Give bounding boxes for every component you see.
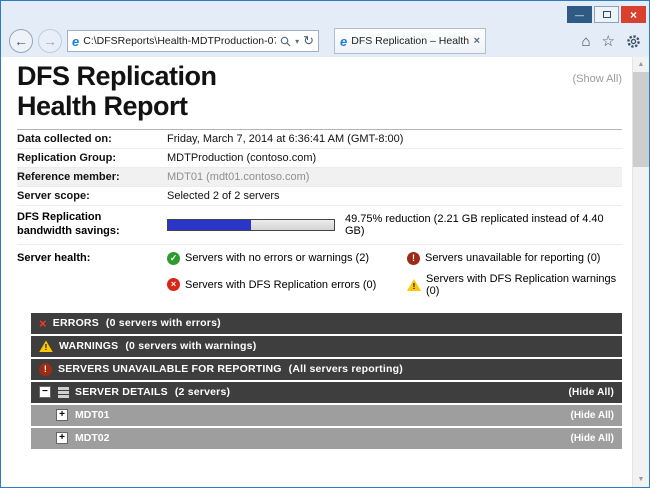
settings-gear-icon[interactable] bbox=[626, 34, 641, 49]
bandwidth-progress-bar bbox=[167, 219, 335, 231]
hide-all-link[interactable]: (Hide All) bbox=[570, 410, 614, 421]
red-error-icon: × bbox=[167, 278, 180, 291]
server-icon bbox=[58, 387, 69, 398]
section-detail: (0 servers with warnings) bbox=[125, 340, 256, 352]
maximize-icon bbox=[603, 11, 611, 18]
section-detail: (All servers reporting) bbox=[289, 363, 403, 375]
page-title: DFS Replication Health Report bbox=[17, 61, 217, 121]
health-item-errors: × Servers with DFS Replication errors (0… bbox=[167, 273, 407, 297]
vertical-scrollbar[interactable]: ▲ ▼ bbox=[632, 57, 649, 487]
page-title-line2: Health Report bbox=[17, 91, 217, 121]
tab-title: DFS Replication – Health Re... bbox=[351, 35, 469, 47]
section-errors[interactable]: × ERRORS (0 servers with errors) bbox=[31, 313, 622, 334]
server-name: MDT01 bbox=[75, 409, 109, 421]
bandwidth-text: 49.75% reduction (2.21 GB replicated ins… bbox=[345, 213, 622, 237]
show-all-link[interactable]: (Show All) bbox=[572, 61, 622, 85]
field-reference-member: Reference member: MDT01 (mdt01.contoso.c… bbox=[17, 168, 622, 187]
tab-close-icon[interactable]: × bbox=[474, 35, 480, 47]
section-title: SERVER DETAILS bbox=[75, 386, 168, 398]
field-value: Friday, March 7, 2014 at 6:36:41 AM (GMT… bbox=[167, 133, 403, 145]
health-item-warnings: ! Servers with DFS Replication warnings … bbox=[407, 273, 622, 297]
section-title: SERVERS UNAVAILABLE FOR REPORTING bbox=[58, 363, 282, 375]
forward-button[interactable]: → bbox=[38, 29, 62, 53]
ie-icon: e bbox=[72, 34, 79, 49]
health-item-text: Servers with DFS Replication errors (0) bbox=[185, 279, 376, 291]
section-detail: (0 servers with errors) bbox=[106, 317, 221, 329]
unavailable-icon: ! bbox=[407, 252, 420, 265]
browser-window: — × ← → e C:\DFSReports\Health-MDTProduc… bbox=[0, 0, 650, 488]
field-label: Server scope: bbox=[17, 190, 167, 202]
section-warnings[interactable]: ! WARNINGS (0 servers with warnings) bbox=[31, 336, 622, 357]
navigation-bar: ← → e C:\DFSReports\Health-MDTProduction… bbox=[1, 25, 649, 57]
hide-all-link[interactable]: (Hide All) bbox=[570, 433, 614, 444]
health-report-page: DFS Replication Health Report (Show All)… bbox=[1, 57, 632, 487]
home-icon[interactable]: ⌂ bbox=[581, 33, 590, 50]
bandwidth-label: DFS Replication bandwidth savings: bbox=[17, 211, 167, 239]
section-unavailable[interactable]: ! SERVERS UNAVAILABLE FOR REPORTING (All… bbox=[31, 359, 622, 380]
report-sections: × ERRORS (0 servers with errors) ! WARNI… bbox=[31, 313, 622, 449]
scroll-up-icon[interactable]: ▲ bbox=[638, 57, 645, 72]
health-item-no-errors: ✓ Servers with no errors or warnings (2) bbox=[167, 252, 407, 265]
health-item-text: Servers unavailable for reporting (0) bbox=[425, 252, 600, 264]
field-data-collected: Data collected on: Friday, March 7, 2014… bbox=[17, 130, 622, 149]
unavailable-icon: ! bbox=[39, 363, 52, 376]
red-x-icon: × bbox=[39, 317, 47, 330]
scrollbar-thumb[interactable] bbox=[633, 72, 650, 167]
maximize-button[interactable] bbox=[594, 6, 619, 23]
close-button[interactable]: × bbox=[621, 6, 646, 23]
report-header: DFS Replication Health Report (Show All) bbox=[17, 61, 622, 121]
server-health-grid: ✓ Servers with no errors or warnings (2)… bbox=[167, 252, 622, 297]
hide-all-link[interactable]: (Hide All) bbox=[568, 387, 614, 398]
server-row-mdt02[interactable]: + MDT02 (Hide All) bbox=[31, 428, 622, 449]
green-check-icon: ✓ bbox=[167, 252, 180, 265]
health-item-text: Servers with no errors or warnings (2) bbox=[185, 252, 369, 264]
address-dropdown-icon[interactable]: ▾ bbox=[295, 37, 299, 46]
expand-toggle[interactable]: + bbox=[56, 409, 68, 421]
field-server-scope: Server scope: Selected 2 of 2 servers bbox=[17, 187, 622, 206]
field-value: MDT01 (mdt01.contoso.com) bbox=[167, 171, 309, 183]
bandwidth-fill bbox=[168, 220, 251, 230]
server-health-label: Server health: bbox=[17, 252, 167, 297]
page-content: DFS Replication Health Report (Show All)… bbox=[1, 57, 649, 487]
server-row-mdt01[interactable]: + MDT01 (Hide All) bbox=[31, 405, 622, 426]
favorites-star-icon[interactable]: ☆ bbox=[602, 32, 615, 50]
page-title-line1: DFS Replication bbox=[17, 61, 217, 91]
refresh-icon[interactable]: ↻ bbox=[303, 33, 314, 49]
back-button[interactable]: ← bbox=[9, 29, 33, 53]
field-value: Selected 2 of 2 servers bbox=[167, 190, 280, 202]
section-detail: (2 servers) bbox=[175, 386, 230, 398]
scroll-down-icon[interactable]: ▼ bbox=[638, 472, 645, 487]
collapse-toggle[interactable]: − bbox=[39, 386, 51, 398]
warning-triangle-icon: ! bbox=[407, 279, 421, 291]
address-text[interactable]: C:\DFSReports\Health-MDTProduction-07M bbox=[83, 35, 276, 47]
field-replication-group: Replication Group: MDTProduction (contos… bbox=[17, 149, 622, 168]
address-bar[interactable]: e C:\DFSReports\Health-MDTProduction-07M… bbox=[67, 30, 319, 52]
field-label: Data collected on: bbox=[17, 133, 167, 145]
section-server-details[interactable]: − SERVER DETAILS (2 servers) (Hide All) bbox=[31, 382, 622, 403]
section-title: ERRORS bbox=[53, 317, 99, 329]
section-title: WARNINGS bbox=[59, 340, 118, 352]
field-label: Replication Group: bbox=[17, 152, 167, 164]
warning-triangle-icon: ! bbox=[39, 340, 53, 352]
field-label: Reference member: bbox=[17, 171, 167, 183]
bandwidth-savings-row: DFS Replication bandwidth savings: 49.75… bbox=[17, 206, 622, 245]
server-name: MDT02 bbox=[75, 432, 109, 444]
tab-page-icon: e bbox=[340, 34, 347, 49]
tab-dfs-health-report[interactable]: e DFS Replication – Health Re... × bbox=[334, 28, 486, 54]
expand-toggle[interactable]: + bbox=[56, 432, 68, 444]
health-item-unavailable: ! Servers unavailable for reporting (0) bbox=[407, 252, 622, 265]
browser-actions: ⌂ ☆ bbox=[581, 32, 641, 50]
minimize-button[interactable]: — bbox=[567, 6, 592, 23]
field-value: MDTProduction (contoso.com) bbox=[167, 152, 316, 164]
search-icon[interactable] bbox=[280, 36, 291, 47]
health-item-text: Servers with DFS Replication warnings (0… bbox=[426, 273, 622, 297]
title-bar: — × bbox=[1, 1, 649, 25]
server-health-row: Server health: ✓ Servers with no errors … bbox=[17, 245, 622, 301]
